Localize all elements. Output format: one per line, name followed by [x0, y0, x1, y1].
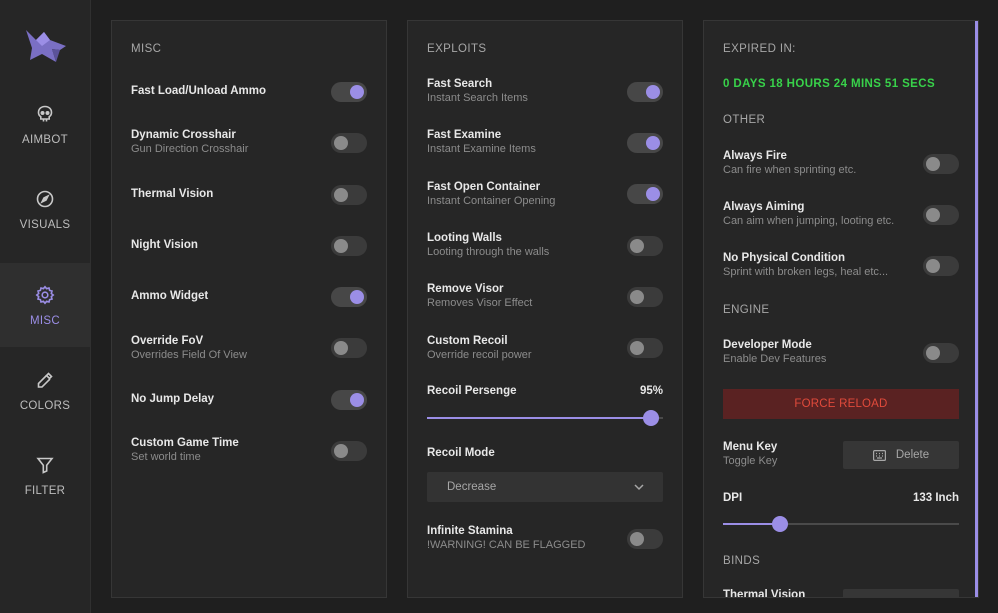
- recoil-mode-row: Recoil Mode: [427, 447, 663, 459]
- dropdown-value: Decrease: [447, 481, 497, 493]
- no-physical-condition-toggle[interactable]: [923, 256, 959, 276]
- dpi-value: 133 Inch: [912, 492, 959, 504]
- slider-label: Recoil Persenge: [427, 385, 517, 397]
- section-title-engine: ENGINE: [723, 304, 770, 316]
- always-fire-toggle[interactable]: [923, 154, 959, 174]
- always-aiming-toggle[interactable]: [923, 205, 959, 225]
- override-fov-toggle[interactable]: [331, 338, 367, 358]
- setting-row: Remove Visor Removes Visor Effect: [427, 283, 663, 309]
- looting-walls-toggle[interactable]: [627, 236, 663, 256]
- remove-visor-toggle[interactable]: [627, 287, 663, 307]
- setting-row: Fast Examine Instant Examine Items: [427, 129, 663, 155]
- setting-row: Custom Recoil Override recoil power: [427, 335, 663, 361]
- developer-mode-toggle[interactable]: [923, 343, 959, 363]
- sidebar-item-misc[interactable]: MISC: [0, 263, 90, 347]
- recoil-percentage-row: Recoil Persenge: [427, 385, 663, 397]
- keyboard-icon: [872, 449, 886, 461]
- ammo-widget-toggle[interactable]: [331, 287, 367, 307]
- slider-thumb[interactable]: [643, 410, 660, 426]
- recoil-percentage-value: 95%: [639, 385, 663, 397]
- force-reload-button[interactable]: FORCE RELOAD: [723, 389, 959, 419]
- slider-thumb[interactable]: [771, 516, 788, 532]
- menu-key-bind-button[interactable]: Delete: [843, 441, 959, 469]
- scrollbar[interactable]: [975, 21, 978, 597]
- fast-open-container-toggle[interactable]: [627, 184, 663, 204]
- sidebar-item-label: AIMBOT: [22, 133, 68, 146]
- setting-row: Thermal Vision: [131, 185, 367, 205]
- fast-load-toggle[interactable]: [331, 82, 367, 102]
- sidebar-item-filter[interactable]: FILTER: [0, 433, 90, 517]
- compass-icon: [34, 188, 56, 210]
- setting-row: No Jump Delay: [131, 390, 367, 410]
- fast-examine-toggle[interactable]: [627, 133, 663, 153]
- expiry-countdown: 0 DAYS 18 HOURS 24 MINS 51 SECS: [723, 78, 936, 90]
- filter-icon: [34, 454, 56, 476]
- setting-row: Override FoV Overrides Field Of View: [131, 335, 367, 361]
- dropdown-label: Recoil Mode: [427, 447, 495, 459]
- wolf-logo: [26, 30, 66, 62]
- info-panel: EXPIRED IN: 0 DAYS 18 HOURS 24 MINS 51 S…: [703, 20, 979, 598]
- setting-row: Developer Mode Enable Dev Features: [723, 339, 959, 365]
- thermal-vision-toggle[interactable]: [331, 185, 367, 205]
- eyedropper-icon: [34, 369, 56, 391]
- dynamic-crosshair-toggle[interactable]: [331, 133, 367, 153]
- sidebar: AIMBOT VISUALS MISC COLORS FILTER: [0, 0, 91, 613]
- recoil-mode-dropdown[interactable]: Decrease: [427, 472, 663, 502]
- chevron-down-icon: [634, 484, 644, 491]
- misc-panel: MISC Fast Load/Unload Ammo Dynamic Cross…: [111, 20, 387, 598]
- section-title-binds: BINDS: [723, 555, 761, 567]
- setting-row: Night Vision: [131, 236, 367, 256]
- skull-icon: [34, 103, 56, 125]
- setting-row: Custom Game Time Set world time: [131, 437, 367, 463]
- expired-title: EXPIRED IN:: [723, 43, 796, 55]
- no-jump-delay-toggle[interactable]: [331, 390, 367, 410]
- setting-row: Always Aiming Can aim when jumping, loot…: [723, 201, 959, 227]
- dpi-slider[interactable]: [723, 516, 959, 532]
- section-title-other: OTHER: [723, 114, 766, 126]
- sidebar-item-label: COLORS: [19, 399, 71, 412]
- gear-icon: [34, 284, 56, 306]
- fast-search-toggle[interactable]: [627, 82, 663, 102]
- panel-title: EXPLOITS: [427, 43, 487, 55]
- sidebar-item-label: MISC: [30, 314, 60, 327]
- setting-row: Ammo Widget: [131, 287, 367, 307]
- setting-row: Always Fire Can fire when sprinting etc.: [723, 150, 959, 176]
- sidebar-item-aimbot[interactable]: AIMBOT: [0, 82, 90, 166]
- setting-row: Dynamic Crosshair Gun Direction Crosshai…: [131, 129, 367, 155]
- sidebar-item-label: VISUALS: [19, 218, 71, 231]
- setting-row: No Physical Condition Sprint with broken…: [723, 252, 959, 278]
- setting-row: Infinite Stamina !WARNING! CAN BE FLAGGE…: [427, 525, 663, 551]
- infinite-stamina-toggle[interactable]: [627, 529, 663, 549]
- setting-row: Fast Load/Unload Ammo: [131, 82, 367, 102]
- setting-row: Looting Walls Looting through the walls: [427, 232, 663, 258]
- setting-row: Fast Open Container Instant Container Op…: [427, 181, 663, 207]
- setting-row: Fast Search Instant Search Items: [427, 78, 663, 104]
- bound-key-label: Delete: [895, 449, 930, 461]
- panel-title: MISC: [131, 43, 162, 55]
- exploits-panel: EXPLOITS Fast Search Instant Search Item…: [407, 20, 683, 598]
- night-vision-toggle[interactable]: [331, 236, 367, 256]
- sidebar-item-visuals[interactable]: VISUALS: [0, 167, 90, 251]
- custom-game-time-toggle[interactable]: [331, 441, 367, 461]
- sidebar-item-colors[interactable]: COLORS: [0, 348, 90, 432]
- custom-recoil-toggle[interactable]: [627, 338, 663, 358]
- recoil-percentage-slider[interactable]: [427, 410, 663, 426]
- sidebar-item-label: FILTER: [24, 484, 66, 497]
- thermal-vision-bind-button[interactable]: [843, 589, 959, 597]
